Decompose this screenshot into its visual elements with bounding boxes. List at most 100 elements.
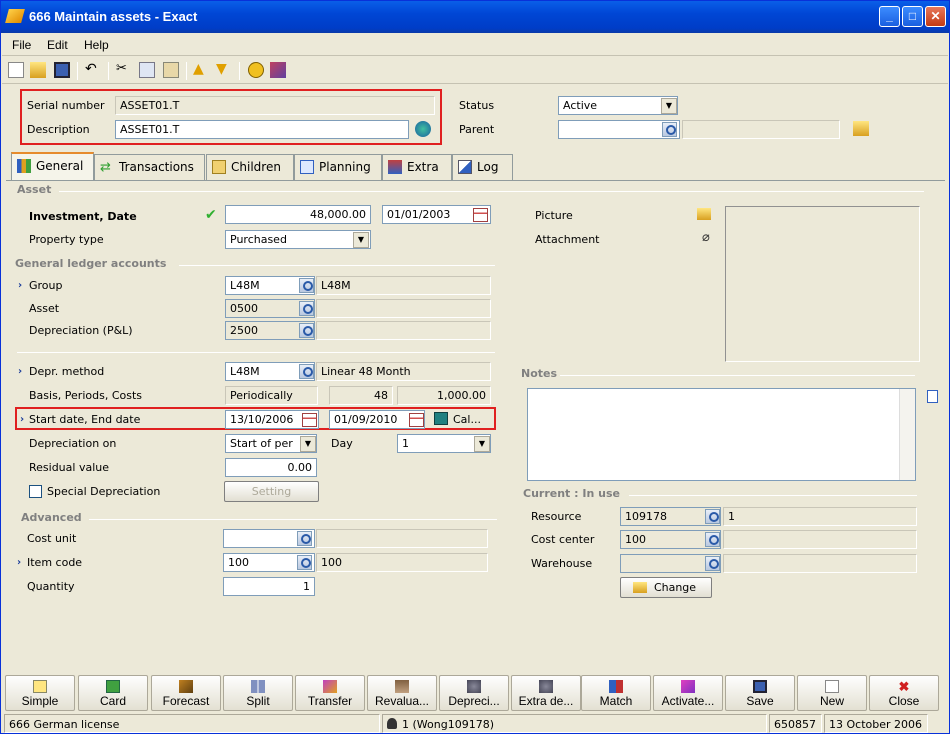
- new-doc-icon[interactable]: [8, 62, 24, 78]
- special-depreciation-checkbox[interactable]: [29, 485, 42, 498]
- depreciation-account-lookup-icon[interactable]: [299, 323, 314, 338]
- transfer-button[interactable]: Transfer: [295, 675, 365, 711]
- asset-account-lookup-icon[interactable]: [299, 301, 314, 316]
- resource-lookup-icon[interactable]: [705, 509, 720, 524]
- revaluation-icon: [395, 680, 409, 693]
- asset-account-description: [316, 299, 491, 318]
- book-icon[interactable]: [270, 62, 286, 78]
- status-select[interactable]: Active: [558, 96, 678, 115]
- warehouse-lookup-icon[interactable]: [705, 556, 720, 571]
- new-button-label: New: [819, 694, 844, 708]
- change-folder-icon: [633, 582, 647, 593]
- menu-help[interactable]: Help: [84, 38, 109, 52]
- undo-icon[interactable]: ↶: [85, 62, 101, 78]
- start-date-calendar-icon[interactable]: [302, 413, 317, 427]
- number-status: 650857: [769, 714, 822, 733]
- status-dropdown-icon[interactable]: ▼: [661, 98, 677, 114]
- description-input[interactable]: ASSET01.T: [115, 120, 409, 139]
- check-icon: ✔: [205, 207, 217, 223]
- save-icon[interactable]: [54, 62, 70, 78]
- item-code-lookup-icon[interactable]: [297, 555, 312, 570]
- toolbar-separator: [108, 62, 109, 80]
- picture-box[interactable]: [725, 206, 920, 362]
- previous-icon[interactable]: ▲: [193, 62, 209, 78]
- maximize-button[interactable]: □: [902, 6, 923, 27]
- split-button[interactable]: Split: [223, 675, 293, 711]
- property-type-select[interactable]: Purchased: [225, 230, 371, 249]
- tab-general[interactable]: General: [11, 152, 94, 181]
- tab-transactions[interactable]: ⇄ Transactions: [94, 154, 205, 180]
- quantity-input[interactable]: 1: [223, 577, 315, 596]
- group-drilldown-icon[interactable]: ›: [18, 280, 22, 291]
- warehouse-description: [723, 554, 917, 573]
- menu-file[interactable]: File: [12, 38, 31, 52]
- close-button[interactable]: ✖ Close: [869, 675, 939, 711]
- group-lookup-icon[interactable]: [299, 278, 314, 293]
- cost-unit-lookup-icon[interactable]: [297, 531, 312, 546]
- day-dropdown-icon[interactable]: ▼: [474, 436, 490, 452]
- forecast-button[interactable]: Forecast: [151, 675, 221, 711]
- section-divider: [629, 495, 917, 496]
- paste-icon[interactable]: [163, 62, 179, 78]
- calendar-icon[interactable]: [473, 208, 488, 222]
- tab-log[interactable]: Log: [452, 154, 513, 180]
- cost-center-lookup-icon[interactable]: [705, 532, 720, 547]
- tab-planning[interactable]: Planning: [294, 154, 382, 180]
- investment-input[interactable]: 48,000.00: [225, 205, 371, 224]
- simple-button[interactable]: Simple: [5, 675, 75, 711]
- paperclip-icon[interactable]: ⌀: [702, 230, 710, 245]
- match-button[interactable]: Match: [581, 675, 651, 711]
- match-icon: [609, 680, 623, 693]
- notes-textarea[interactable]: [527, 388, 916, 481]
- tab-extra[interactable]: Extra: [382, 154, 452, 180]
- calculate-button[interactable]: Cal...: [453, 413, 481, 426]
- user-status-text: 1 (Wong109178): [402, 718, 494, 731]
- minimize-button[interactable]: _: [879, 6, 900, 27]
- tab-children[interactable]: Children: [206, 154, 294, 180]
- day-label: Day: [331, 437, 353, 450]
- copy-icon[interactable]: [139, 62, 155, 78]
- end-date-calendar-icon[interactable]: [409, 413, 424, 427]
- calculator-icon[interactable]: [434, 412, 448, 425]
- depr-method-description: Linear 48 Month: [316, 362, 491, 381]
- parent-lookup-icon[interactable]: [662, 122, 677, 137]
- extra-depreciation-button[interactable]: Extra de...: [511, 675, 581, 711]
- close-window-button[interactable]: ✕: [925, 6, 946, 27]
- revaluation-button[interactable]: Revalua...: [367, 675, 437, 711]
- new-button[interactable]: New: [797, 675, 867, 711]
- translate-globe-icon[interactable]: [415, 121, 431, 137]
- depreciation-on-dropdown-icon[interactable]: ▼: [300, 436, 316, 452]
- quantity-label: Quantity: [27, 580, 75, 593]
- save-button[interactable]: Save: [725, 675, 795, 711]
- forecast-button-label: Forecast: [162, 694, 210, 708]
- toolbar: ↶ ✂ ▲ ▼: [2, 58, 948, 84]
- card-button[interactable]: Card: [78, 675, 148, 711]
- item-drilldown-icon[interactable]: ›: [17, 557, 21, 568]
- residual-value-input[interactable]: 0.00: [225, 458, 317, 477]
- notes-scrollbar[interactable]: [899, 389, 915, 480]
- open-parent-icon[interactable]: [853, 121, 869, 136]
- cut-icon[interactable]: ✂: [116, 62, 132, 78]
- card-button-label: Card: [99, 694, 126, 708]
- currency-icon[interactable]: [248, 62, 264, 78]
- depreciation-button[interactable]: Depreci...: [439, 675, 509, 711]
- save-icon: [753, 680, 767, 693]
- title-bar[interactable]: 666 Maintain assets - Exact _ □ ✕: [1, 1, 949, 33]
- section-divider: [59, 191, 924, 192]
- dates-drilldown-icon[interactable]: ›: [20, 414, 24, 425]
- user-icon: [387, 718, 397, 729]
- open-folder-icon[interactable]: [30, 62, 46, 78]
- asset-account-label: Asset: [29, 302, 60, 315]
- menu-edit[interactable]: Edit: [47, 38, 68, 52]
- menu-bar: File Edit Help: [2, 34, 948, 56]
- change-button[interactable]: Change: [620, 577, 712, 598]
- depr-method-lookup-icon[interactable]: [299, 364, 314, 379]
- notes-edit-icon[interactable]: [927, 390, 938, 403]
- activate-button[interactable]: Activate...: [653, 675, 723, 711]
- next-icon[interactable]: ▼: [216, 62, 232, 78]
- property-type-dropdown-icon[interactable]: ▼: [353, 232, 369, 248]
- picture-folder-icon[interactable]: [697, 208, 711, 220]
- setting-button[interactable]: Setting: [224, 481, 319, 502]
- depreciation-account-description: [316, 321, 491, 340]
- method-drilldown-icon[interactable]: ›: [18, 366, 22, 377]
